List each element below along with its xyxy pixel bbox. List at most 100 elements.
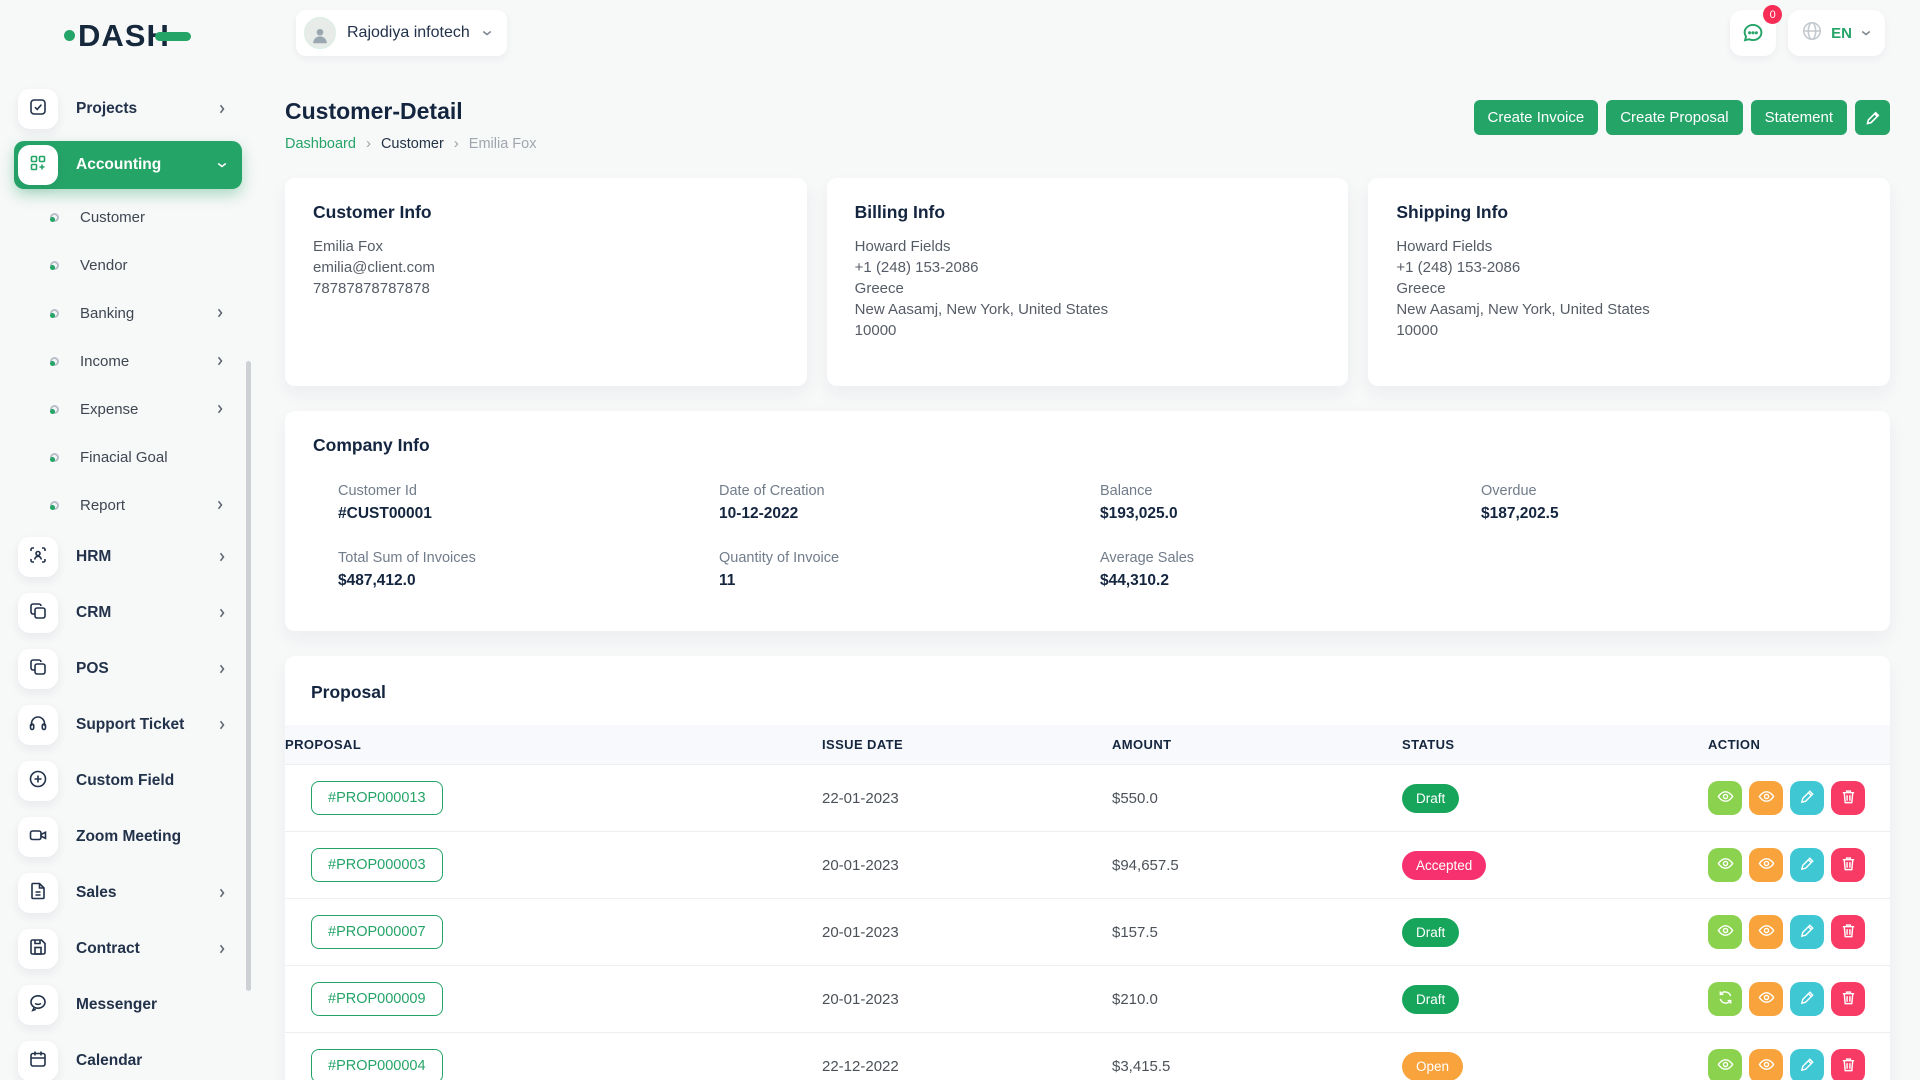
view-button[interactable] — [1708, 848, 1742, 882]
message-icon — [28, 993, 48, 1018]
company-field: Overdue $187,202.5 — [1481, 483, 1862, 523]
app-root: DASH Rajodiya infotech 0 — [0, 0, 1920, 1080]
main-content: Customer-Detail Dashboard › Customer › E… — [285, 70, 1890, 1080]
delete-button[interactable] — [1831, 915, 1865, 949]
edit-customer-button[interactable] — [1855, 100, 1890, 135]
delete-button[interactable] — [1831, 982, 1865, 1016]
chevron-icon — [216, 551, 228, 563]
preview-button[interactable] — [1749, 1049, 1783, 1080]
page-actions: Create Invoice Create Proposal Statement — [1474, 100, 1891, 135]
sidebar-item-accounting[interactable]: Accounting — [14, 141, 242, 189]
breadcrumb: Dashboard › Customer › Emilia Fox — [285, 135, 536, 152]
chevron-down-icon — [481, 27, 493, 39]
headset-icon — [28, 713, 48, 738]
sidebar-item-projects[interactable]: Projects — [14, 85, 242, 133]
preview-button[interactable] — [1749, 848, 1783, 882]
field-value: $44,310.2 — [1100, 572, 1481, 590]
notifications-button[interactable]: 0 — [1730, 10, 1776, 56]
chevron-icon — [216, 719, 228, 731]
proposal-id-link[interactable]: #PROP000004 — [311, 1049, 443, 1080]
grid-plus-icon — [28, 153, 48, 178]
topbar: DASH Rajodiya infotech 0 — [0, 0, 1920, 70]
info-line: +1 (248) 153-2086 — [855, 257, 1321, 278]
convert-button[interactable] — [1708, 982, 1742, 1016]
trash-icon — [1840, 922, 1857, 943]
card-title: Customer Info — [313, 202, 779, 223]
sidebar-subitem-income[interactable]: Income — [14, 341, 242, 381]
sidebar: Projects Accounting Customer — [0, 70, 260, 1080]
edit-button[interactable] — [1790, 915, 1824, 949]
info-line: Greece — [855, 278, 1321, 299]
proposal-id-link[interactable]: #PROP000003 — [311, 848, 443, 882]
edit-button[interactable] — [1790, 848, 1824, 882]
sidebar-subitem-vendor[interactable]: Vendor — [14, 245, 242, 285]
info-line: emilia@client.com — [313, 257, 779, 278]
edit-button[interactable] — [1790, 781, 1824, 815]
proposal-id-link[interactable]: #PROP000009 — [311, 982, 443, 1016]
info-line: Howard Fields — [1396, 236, 1862, 257]
sidebar-item-custom-field[interactable]: Custom Field — [14, 757, 242, 805]
table-row: #PROP000004 22-12-2022 $3,415.5 Open — [285, 1033, 1890, 1080]
edit-button[interactable] — [1790, 982, 1824, 1016]
field-label: Average Sales — [1100, 550, 1481, 566]
proposal-id-link[interactable]: #PROP000013 — [311, 781, 443, 815]
breadcrumb-item[interactable]: Emilia Fox — [469, 136, 537, 152]
sidebar-subitem-expense[interactable]: Expense — [14, 389, 242, 429]
delete-button[interactable] — [1831, 1049, 1865, 1080]
field-label: Customer Id — [338, 483, 719, 499]
view-button[interactable] — [1708, 915, 1742, 949]
sidebar-item-support-ticket[interactable]: Support Ticket — [14, 701, 242, 749]
sidebar-scrollbar[interactable] — [246, 361, 251, 991]
sidebar-item-hrm[interactable]: HRM — [14, 533, 242, 581]
eye-icon — [1758, 788, 1775, 809]
trash-icon — [1840, 855, 1857, 876]
copy-icon — [28, 601, 48, 626]
eye-icon — [1717, 922, 1734, 943]
proposal-id-link[interactable]: #PROP000007 — [311, 915, 443, 949]
workspace-selector[interactable]: Rajodiya infotech — [296, 10, 507, 56]
create-proposal-button[interactable]: Create Proposal — [1606, 100, 1742, 135]
table-column-header: AMOUNT — [1112, 725, 1402, 765]
sidebar-item-messenger[interactable]: Messenger — [14, 981, 242, 1029]
sidebar-item-calendar[interactable]: Calendar — [14, 1037, 242, 1080]
preview-button[interactable] — [1749, 982, 1783, 1016]
info-card: Customer Info Emilia Fox emilia@client.c… — [285, 178, 807, 386]
create-invoice-button[interactable]: Create Invoice — [1474, 100, 1599, 135]
issue-date-cell: 20-01-2023 — [822, 899, 1112, 966]
sidebar-item-pos[interactable]: POS — [14, 645, 242, 693]
view-button[interactable] — [1708, 781, 1742, 815]
checkbox-icon — [28, 97, 48, 122]
eye-icon — [1758, 989, 1775, 1010]
chevron-icon — [214, 307, 226, 319]
statement-button[interactable]: Statement — [1751, 100, 1847, 135]
field-value: $487,412.0 — [338, 572, 719, 590]
breadcrumb-item[interactable]: Dashboard — [285, 136, 356, 152]
language-selector[interactable]: EN — [1788, 10, 1885, 56]
bullet-icon — [50, 453, 59, 462]
info-card: Billing Info Howard Fields +1 (248) 153-… — [827, 178, 1349, 386]
sidebar-item-sales[interactable]: Sales — [14, 869, 242, 917]
field-value: #CUST00001 — [338, 505, 719, 523]
info-cards-row: Customer Info Emilia Fox emilia@client.c… — [285, 178, 1890, 386]
delete-button[interactable] — [1831, 848, 1865, 882]
edit-button[interactable] — [1790, 1049, 1824, 1080]
sidebar-subitem-banking[interactable]: Banking — [14, 293, 242, 333]
chevron-icon — [214, 403, 226, 415]
sidebar-item-zoom-meeting[interactable]: Zoom Meeting — [14, 813, 242, 861]
status-badge: Draft — [1402, 985, 1459, 1014]
sidebar-subitem-customer[interactable]: Customer — [14, 197, 242, 237]
bullet-icon — [50, 213, 59, 222]
avatar — [304, 17, 336, 49]
sidebar-item-contract[interactable]: Contract — [14, 925, 242, 973]
amount-cell: $157.5 — [1112, 899, 1402, 966]
sidebar-subitem-report[interactable]: Report — [14, 485, 242, 525]
delete-button[interactable] — [1831, 781, 1865, 815]
amount-cell: $3,415.5 — [1112, 1033, 1402, 1080]
view-button[interactable] — [1708, 1049, 1742, 1080]
sidebar-item-crm[interactable]: CRM — [14, 589, 242, 637]
logo-dash-icon — [155, 32, 191, 41]
preview-button[interactable] — [1749, 915, 1783, 949]
breadcrumb-item[interactable]: Customer — [381, 136, 444, 152]
preview-button[interactable] — [1749, 781, 1783, 815]
sidebar-subitem-finacial-goal[interactable]: Finacial Goal — [14, 437, 242, 477]
